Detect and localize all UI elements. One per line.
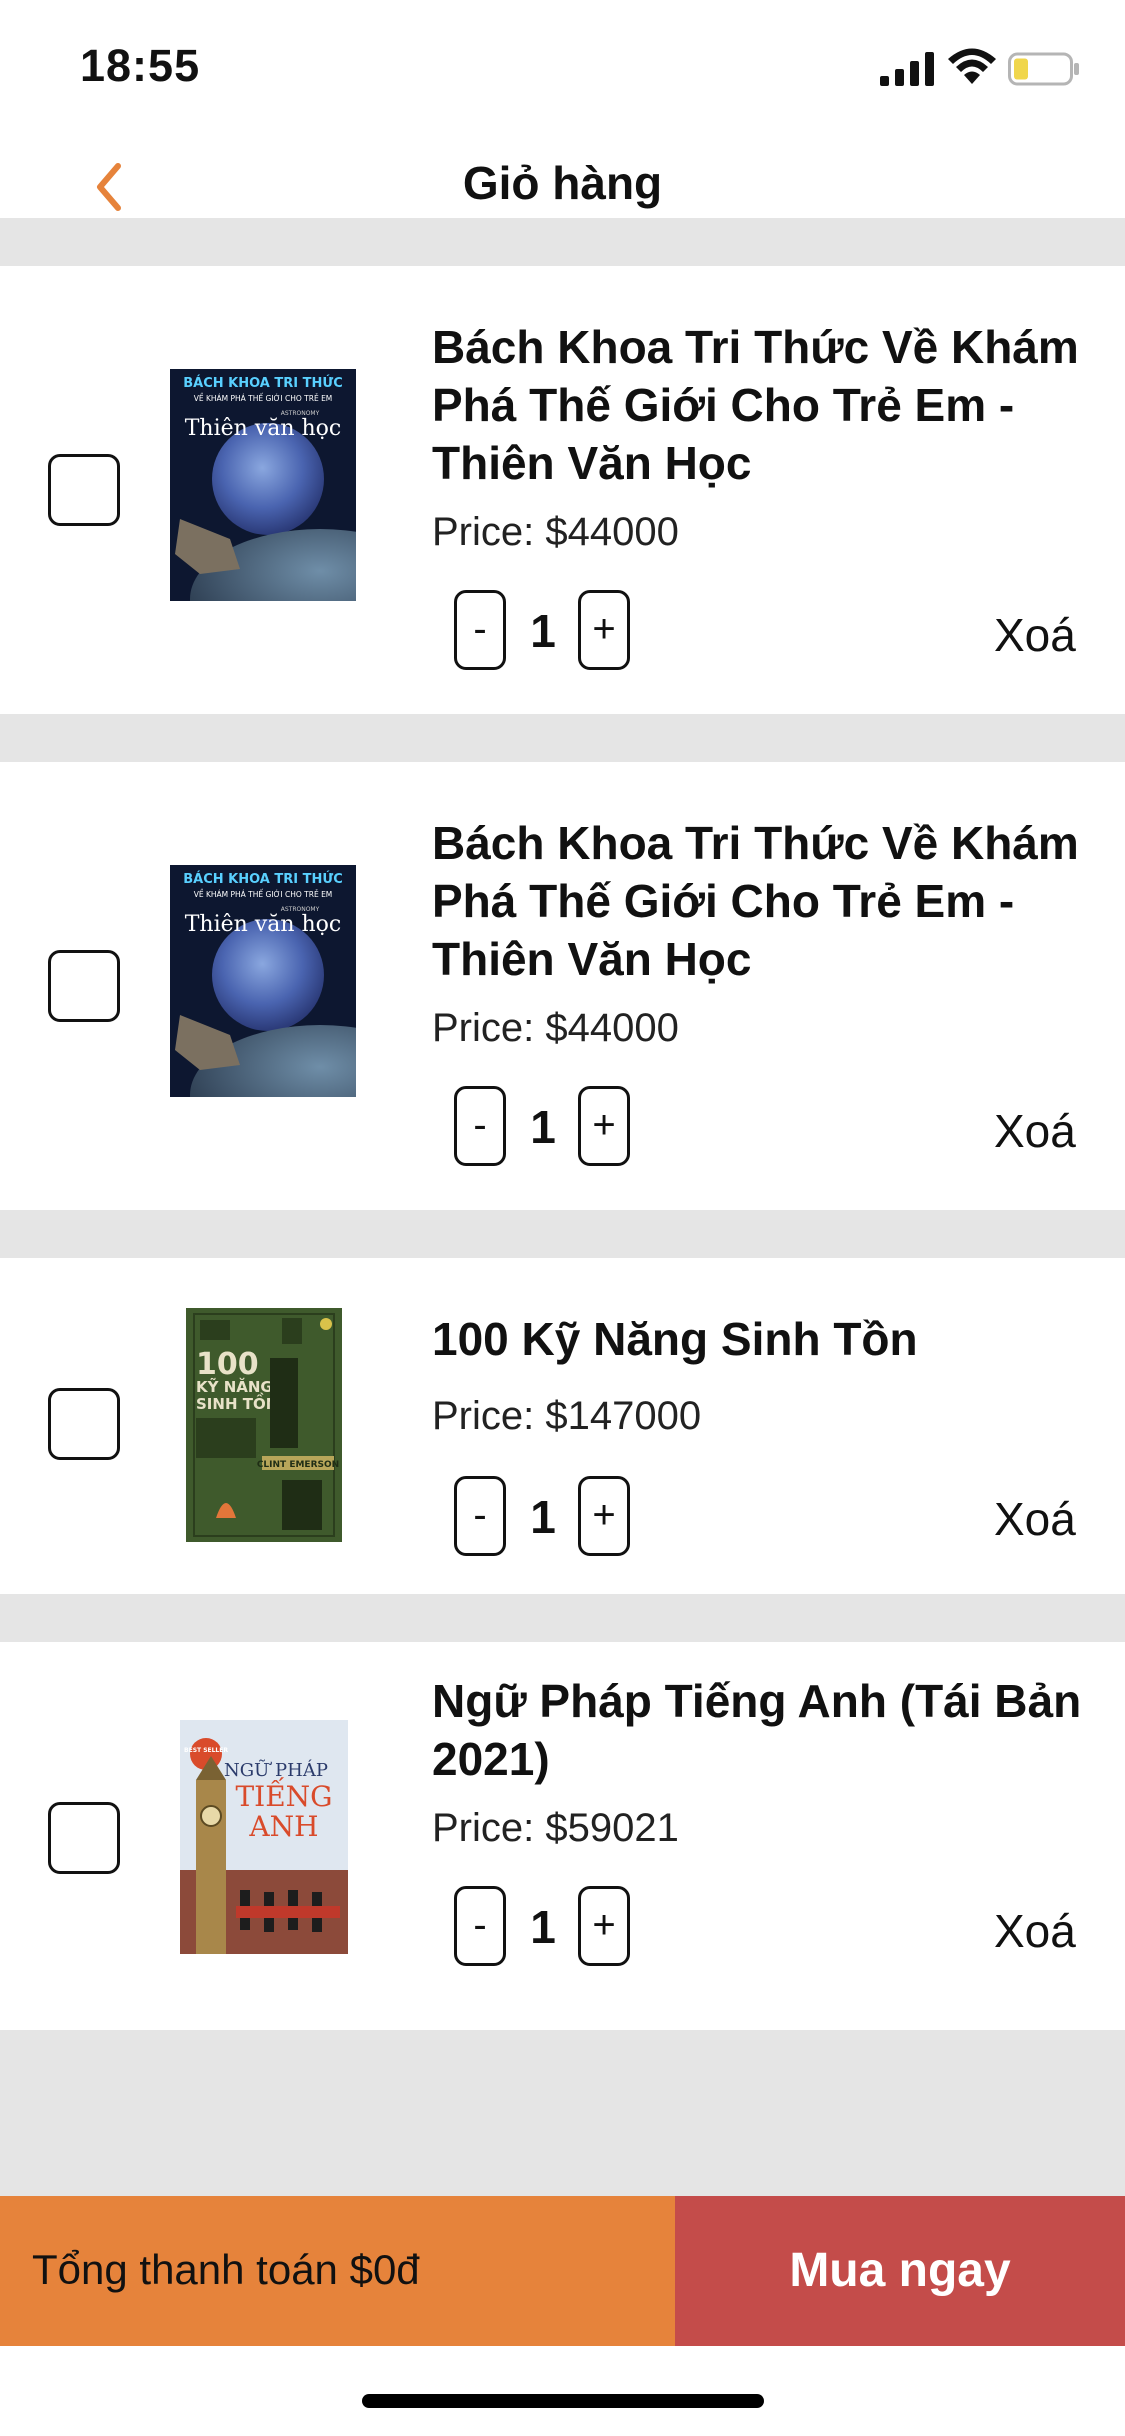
- checkout-bar: Tổng thanh toán $0đ Mua ngay: [0, 2196, 1125, 2346]
- item-checkbox[interactable]: [48, 1802, 120, 1874]
- cover-main-title: Thiên văn học: [185, 416, 342, 441]
- item-price: Price: $147000: [432, 1394, 702, 1438]
- item-price: Price: $44000: [432, 1006, 679, 1050]
- increase-quantity-button[interactable]: +: [578, 1886, 630, 1966]
- cover-title-line2: SINH TỒN: [196, 1391, 278, 1413]
- buy-now-button[interactable]: Mua ngay: [675, 2196, 1125, 2346]
- cover-number: 100: [196, 1347, 259, 1382]
- cover-title-line1: KỸ NĂNG: [196, 1377, 273, 1396]
- cover-title-line3: ANH: [248, 1810, 318, 1843]
- quantity-value: 1: [530, 605, 556, 657]
- total-amount: Tổng thanh toán $0đ: [32, 2246, 420, 2293]
- item-title: Ngữ Pháp Tiếng Anh (Tái Bản 2021): [432, 1675, 1082, 1785]
- quantity-value: 1: [530, 1901, 556, 1953]
- cover-author: CLINT EMERSON: [257, 1460, 339, 1470]
- status-time: 18:55: [80, 40, 201, 91]
- cover-badge: BEST SELLER: [184, 1747, 228, 1754]
- book-cover-image: 100 KỸ NĂNG SINH TỒN CLINT EMERSON: [186, 1308, 342, 1542]
- item-title: Bách Khoa Tri Thức Về Khám Phá Thế Giới …: [432, 817, 1079, 985]
- remove-item-button[interactable]: Xoá: [994, 1904, 1076, 1958]
- battery-icon: [1008, 52, 1079, 86]
- cover-title-line2: TIẾNG: [235, 1777, 332, 1813]
- cover-main-title: Thiên văn học: [185, 912, 342, 937]
- cover-subtitle: VỀ KHÁM PHÁ THẾ GIỚI CHO TRẺ EM: [194, 889, 333, 899]
- item-price: Price: $44000: [432, 510, 679, 554]
- book-cover-image: BÁCH KHOA TRI THỨC VỀ KHÁM PHÁ THẾ GIỚI …: [170, 369, 356, 601]
- remove-item-button[interactable]: Xoá: [994, 1104, 1076, 1158]
- navigation-bar: Giỏ hàng: [0, 140, 1125, 218]
- status-bar: 18:55: [0, 0, 1125, 140]
- item-checkbox[interactable]: [48, 950, 120, 1022]
- page-title: Giỏ hàng: [462, 157, 663, 209]
- cart-item: BÁCH KHOA TRI THỨC VỀ KHÁM PHÁ THẾ GIỚI …: [0, 762, 1125, 1210]
- increase-quantity-button[interactable]: +: [578, 590, 630, 670]
- item-price: Price: $59021: [432, 1806, 679, 1850]
- wifi-icon: [948, 48, 996, 84]
- cover-top-title: BÁCH KHOA TRI THỨC: [183, 871, 343, 887]
- cover-subtitle: VỀ KHÁM PHÁ THẾ GIỚI CHO TRẺ EM: [194, 393, 333, 403]
- item-checkbox[interactable]: [48, 1388, 120, 1460]
- total-summary: Tổng thanh toán $0đ: [0, 2196, 675, 2346]
- decrease-quantity-button[interactable]: -: [454, 590, 506, 670]
- home-indicator[interactable]: [362, 2394, 764, 2408]
- decrease-quantity-button[interactable]: -: [454, 1476, 506, 1556]
- cart-list[interactable]: BÁCH KHOA TRI THỨC VỀ KHÁM PHÁ THẾ GIỚI …: [0, 218, 1125, 2196]
- cover-top-title: BÁCH KHOA TRI THỨC: [183, 375, 343, 391]
- increase-quantity-button[interactable]: +: [578, 1476, 630, 1556]
- quantity-value: 1: [530, 1101, 556, 1153]
- cover-title-line1: NGỮ PHÁP: [224, 1758, 328, 1781]
- item-checkbox[interactable]: [48, 454, 120, 526]
- decrease-quantity-button[interactable]: -: [454, 1886, 506, 1966]
- remove-item-button[interactable]: Xoá: [994, 608, 1076, 662]
- increase-quantity-button[interactable]: +: [578, 1086, 630, 1166]
- cart-item: BÁCH KHOA TRI THỨC VỀ KHÁM PHÁ THẾ GIỚI …: [0, 266, 1125, 714]
- decrease-quantity-button[interactable]: -: [454, 1086, 506, 1166]
- cellular-signal-icon: [880, 52, 934, 86]
- book-cover-image: BÁCH KHOA TRI THỨC VỀ KHÁM PHÁ THẾ GIỚI …: [170, 865, 356, 1097]
- book-cover-image: BEST SELLER NGỮ PHÁP TIẾNG ANH: [180, 1720, 348, 1954]
- item-title: Bách Khoa Tri Thức Về Khám Phá Thế Giới …: [432, 321, 1079, 489]
- remove-item-button[interactable]: Xoá: [994, 1492, 1076, 1546]
- quantity-value: 1: [530, 1491, 556, 1543]
- cart-item: 100 KỸ NĂNG SINH TỒN CLINT EMERSON 100 K…: [0, 1258, 1125, 1594]
- cart-item: BEST SELLER NGỮ PHÁP TIẾNG ANH Ngữ Pháp …: [0, 1642, 1125, 2030]
- item-title: 100 Kỹ Năng Sinh Tồn: [432, 1313, 918, 1365]
